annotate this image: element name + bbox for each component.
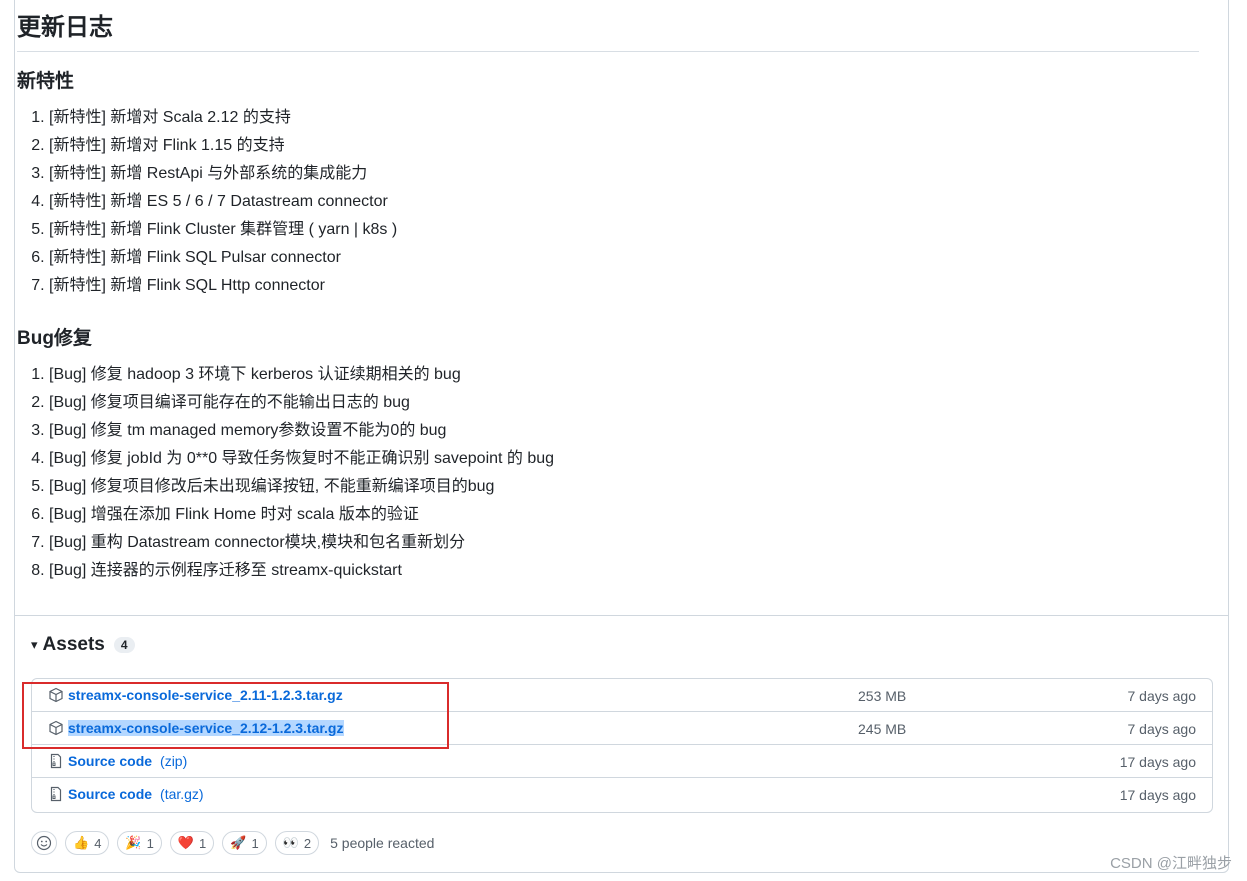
list-item: [Bug] 修复 tm managed memory参数设置不能为0的 bug [49,417,554,445]
list-item: [Bug] 增强在添加 Flink Home 时对 scala 版本的验证 [49,501,554,529]
asset-date: 17 days ago [1119,754,1196,770]
asset-date: 7 days ago [1127,688,1197,704]
reaction-heart[interactable]: ❤️ 1 [169,831,215,855]
list-item: [新特性] 新增 Flink Cluster 集群管理 ( yarn | k8s… [49,216,397,244]
rocket-icon: 🚀 [230,835,247,850]
list-item: [Bug] 修复 hadoop 3 环境下 kerberos 认证续期相关的 b… [49,361,554,389]
list-item: [Bug] 修复项目编译可能存在的不能输出日志的 bug [49,389,554,417]
smiley-icon [36,835,52,851]
asset-row: Source code (tar.gz) 17 days ago [32,778,1212,811]
list-item: [新特性] 新增 Flink SQL Pulsar connector [49,244,397,272]
list-item: [Bug] 重构 Datastream connector模块,模块和包名重新划… [49,529,554,557]
reaction-hooray[interactable]: 🎉 1 [117,831,162,855]
reaction-eyes[interactable]: 👀 2 [274,831,320,855]
add-reaction-button[interactable] [31,831,57,855]
list-item: [Bug] 连接器的示例程序迁移至 streamx-quickstart [49,557,554,585]
file-zip-icon [50,786,62,802]
asset-size: 253 MB [858,688,907,704]
list-item: [新特性] 新增 RestApi 与外部系统的集成能力 [49,160,397,188]
asset-size: 245 MB [858,721,907,737]
asset-link[interactable]: Source code (tar.gz) [68,786,204,802]
reactions-bar: 👍 4 🎉 1 ❤️ 1 🚀 1 👀 2 5 people reacted [31,831,434,855]
bugs-heading: Bug修复 [17,328,92,349]
features-heading: 新特性 [17,71,75,92]
heart-icon: ❤️ [177,835,195,850]
list-item: [新特性] 新增对 Scala 2.12 的支持 [49,104,397,132]
annotation-highlight-box [22,682,449,749]
assets-title: Assets [42,634,105,655]
list-item: [新特性] 新增对 Flink 1.15 的支持 [49,132,397,160]
eyes-icon: 👀 [282,835,299,850]
file-zip-icon [50,753,62,769]
release-title: 更新日志 [17,7,1199,52]
reaction-rocket[interactable]: 🚀 1 [222,831,267,855]
reactions-summary: 5 people reacted [330,835,435,851]
features-list: [新特性] 新增对 Scala 2.12 的支持 [新特性] 新增对 Flink… [17,104,397,300]
thumbs-up-icon: 👍 [73,835,90,850]
list-item: [Bug] 修复 jobId 为 0**0 导致任务恢复时不能正确识别 save… [49,445,554,473]
asset-date: 17 days ago [1119,787,1196,803]
asset-date: 7 days ago [1127,721,1197,737]
asset-row: Source code (zip) 17 days ago [32,745,1212,778]
caret-down-icon: ▾ [31,637,38,652]
list-item: [Bug] 修复项目修改后未出现编译按钮, 不能重新编译项目的bug [49,473,554,501]
assets-toggle[interactable]: ▾ Assets 4 [31,634,135,656]
list-item: [新特性] 新增 Flink SQL Http connector [49,272,397,300]
bugs-list: [Bug] 修复 hadoop 3 环境下 kerberos 认证续期相关的 b… [17,361,554,585]
list-item: [新特性] 新增 ES 5 / 6 / 7 Datastream connect… [49,188,397,216]
asset-link[interactable]: Source code (zip) [68,753,187,769]
assets-count-badge: 4 [113,637,135,653]
watermark: CSDN @江畔独步 [1110,855,1232,872]
party-popper-icon: 🎉 [125,835,142,850]
reaction-thumbs-up[interactable]: 👍 4 [65,831,110,855]
divider [15,615,1228,616]
